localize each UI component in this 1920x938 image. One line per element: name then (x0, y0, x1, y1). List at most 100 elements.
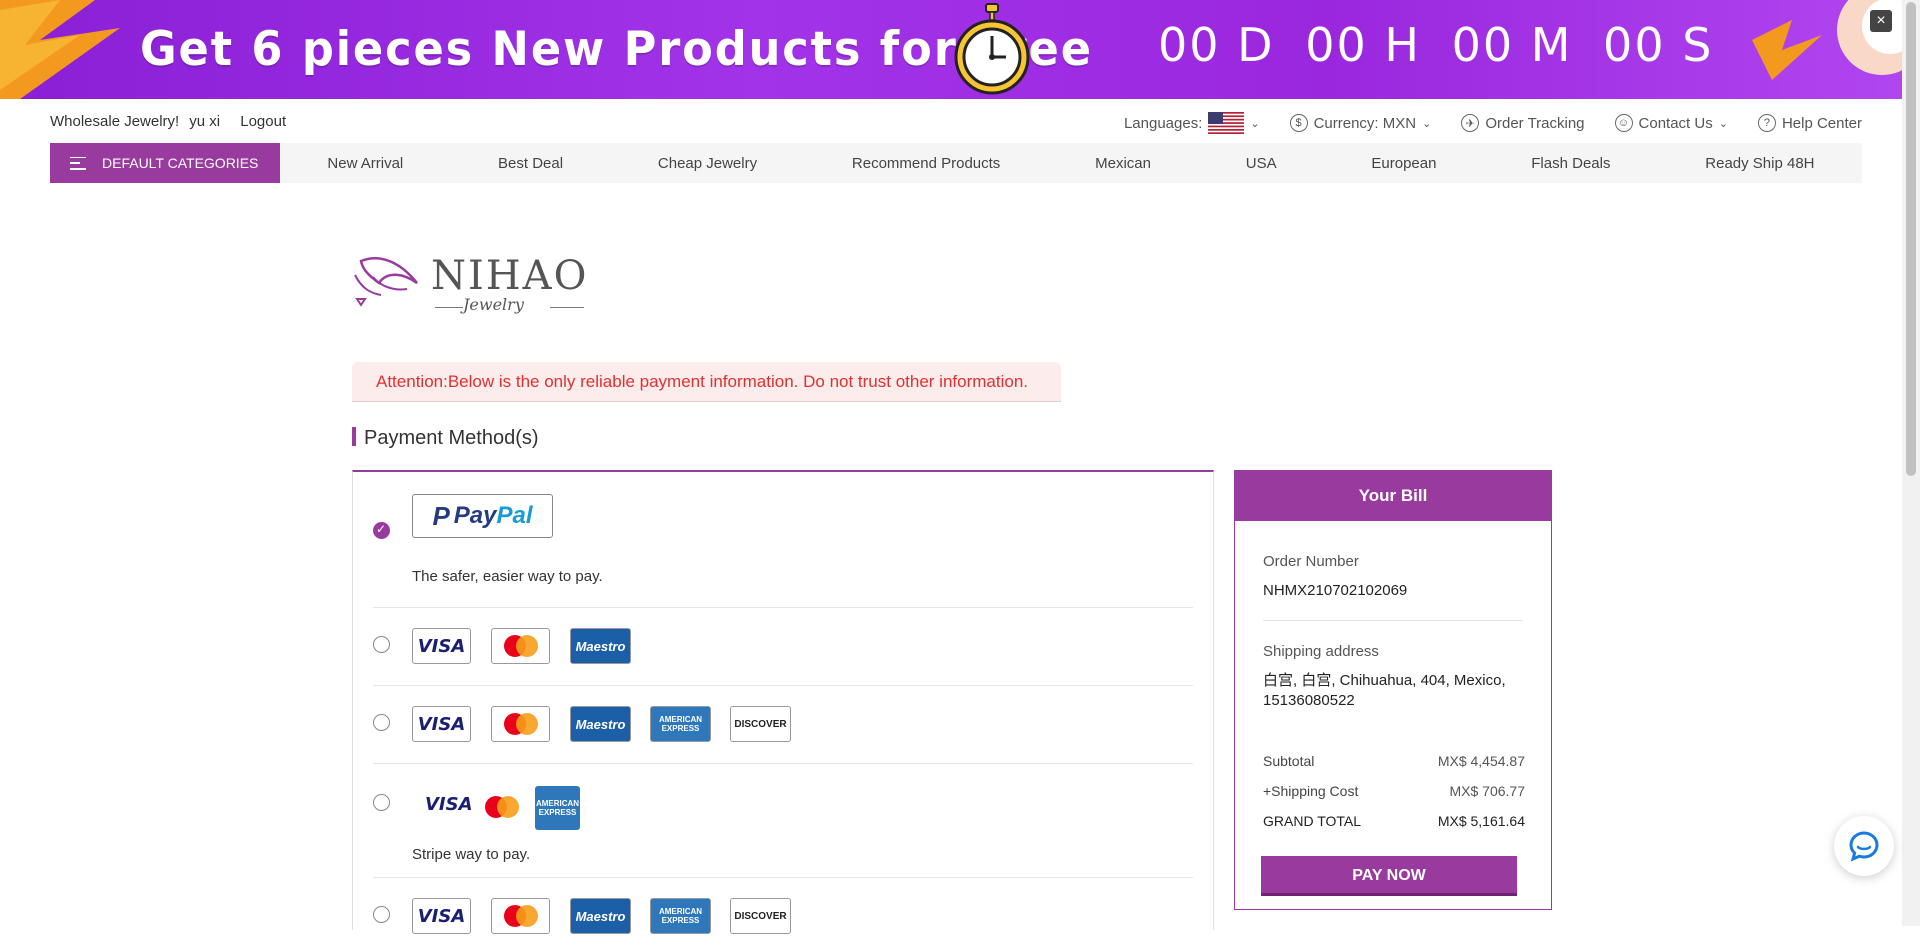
card-1-radio[interactable] (373, 636, 390, 653)
chat-widget-button[interactable] (1834, 816, 1894, 876)
maestro-icon: Maestro (570, 628, 631, 664)
nav-recommend-products[interactable]: Recommend Products (852, 155, 1000, 172)
grand-total-value: MX$ 5,161.64 (1437, 813, 1525, 829)
nav-usa[interactable]: USA (1246, 155, 1277, 172)
countdown-minutes: 00 M (1451, 18, 1573, 72)
butterfly-logo-icon (354, 256, 418, 307)
nav-ready-ship[interactable]: Ready Ship 48H (1705, 155, 1814, 172)
pay-now-button[interactable]: PAY NOW (1261, 856, 1517, 896)
amex-icon: AMERICAN EXPRESS (535, 786, 580, 830)
payment-methods-list: PPayPal The safer, easier way to pay. VI… (352, 470, 1214, 934)
help-center-link[interactable]: ? Help Center (1757, 114, 1862, 132)
discover-icon: DISCOVER (730, 898, 791, 934)
shipping-cost-value: MX$ 706.77 (1449, 783, 1526, 799)
default-categories-label: DEFAULT CATEGORIES (102, 155, 259, 171)
countdown-seconds: 00 S (1603, 18, 1714, 72)
stripe-radio[interactable] (373, 794, 390, 811)
shipping-cost-label: +Shipping Cost (1263, 783, 1359, 799)
order-tracking-label: Order Tracking (1485, 114, 1585, 132)
paypal-description: The safer, easier way to pay. (412, 568, 603, 585)
countdown-hours: 00 H (1305, 18, 1421, 72)
countdown-timer: 00 D 00 H 00 M 00 S (1158, 18, 1727, 72)
shipping-address-label: Shipping address (1263, 643, 1379, 660)
category-nav: DEFAULT CATEGORIES New Arrival Best Deal… (50, 143, 1862, 183)
greeting-text: Wholesale Jewelry! (50, 113, 180, 130)
chevron-down-icon: ⌄ (1718, 117, 1728, 130)
card-2-radio[interactable] (373, 714, 390, 731)
payment-option-card-2[interactable]: VISA Maestro AMERICAN EXPRESS DISCOVER (373, 686, 1193, 764)
countdown-days: 00 D (1158, 18, 1275, 72)
payment-option-paypal[interactable]: PPayPal The safer, easier way to pay. (373, 472, 1193, 608)
page-scrollbar[interactable] (1902, 0, 1920, 926)
nav-new-arrival[interactable]: New Arrival (327, 155, 403, 172)
visa-card-icon: VISA (412, 628, 471, 664)
currency-label: Currency: MXN (1313, 114, 1417, 132)
scrollbar-thumb[interactable] (1906, 2, 1916, 476)
contact-us-menu[interactable]: ☺ Contact Us ⌄ (1614, 114, 1728, 132)
promo-headline: Get 6 pieces New Products for Free (140, 22, 1093, 77)
help-center-label: Help Center (1781, 114, 1862, 132)
logo-sub-text: Jewelry (463, 295, 524, 314)
utility-bar: Wholesale Jewelry! yu xi Logout Languages… (50, 99, 1862, 143)
card-3-radio[interactable] (373, 906, 390, 923)
shipping-address-value: 白宫, 白宫, Chihuahua, 404, Mexico, 15136080… (1263, 672, 1506, 709)
amex-icon: AMERICAN EXPRESS (650, 898, 711, 934)
dollar-icon: $ (1289, 114, 1308, 132)
bill-title: Your Bill (1235, 471, 1551, 521)
stripe-description: Stripe way to pay. (412, 846, 531, 863)
site-logo[interactable]: NIHAO Jewelry (351, 253, 586, 319)
chevron-down-icon: ⌄ (1422, 117, 1432, 130)
logo-brand-text: NIHAO (431, 253, 589, 299)
nav-mexican[interactable]: Mexican (1095, 155, 1151, 172)
subtotal-label: Subtotal (1263, 753, 1315, 769)
grand-total-label: GRAND TOTAL (1263, 813, 1362, 829)
grand-total-row: GRAND TOTAL MX$ 5,161.64 (1263, 813, 1525, 829)
nav-cheap-jewelry[interactable]: Cheap Jewelry (658, 155, 757, 172)
paypal-logo: P PayPal (412, 494, 553, 538)
mastercard-icon (491, 628, 550, 664)
logo-divider (435, 307, 463, 308)
order-number-value: NHMX210702102069 (1263, 582, 1408, 599)
paypal-radio[interactable] (373, 522, 390, 539)
subtotal-value: MX$ 4,454.87 (1437, 753, 1525, 769)
mastercard-icon (485, 796, 519, 818)
maestro-icon: Maestro (570, 706, 631, 742)
logo-divider (550, 307, 584, 308)
payment-option-card-3[interactable]: VISA Maestro AMERICAN EXPRESS DISCOVER (373, 878, 1193, 938)
user-greeting: Wholesale Jewelry! yu xi Logout (50, 113, 296, 130)
logout-link[interactable]: Logout (240, 113, 286, 130)
order-tracking-link[interactable]: ✈ Order Tracking (1461, 114, 1585, 132)
help-icon: ? (1757, 114, 1776, 132)
mastercard-icon (491, 706, 550, 742)
stopwatch-icon (954, 3, 1030, 95)
payment-option-card-1[interactable]: VISA Maestro (373, 608, 1193, 686)
amex-icon: AMERICAN EXPRESS (650, 706, 711, 742)
subtotal-row: Subtotal MX$ 4,454.87 (1263, 753, 1525, 769)
menu-icon (70, 156, 86, 170)
attention-notice: Attention:Below is the only reliable pay… (352, 362, 1061, 402)
us-flag-icon (1208, 112, 1245, 134)
chevron-down-icon: ⌄ (1250, 117, 1260, 130)
nav-best-deal[interactable]: Best Deal (498, 155, 563, 172)
chat-bubble-icon (1849, 831, 1879, 862)
languages-label: Languages: (1123, 114, 1203, 132)
username[interactable]: yu xi (189, 113, 220, 130)
default-categories-button[interactable]: DEFAULT CATEGORIES (50, 143, 280, 183)
support-agent-icon: ☺ (1614, 114, 1633, 132)
discover-icon: DISCOVER (730, 706, 791, 742)
currency-selector[interactable]: $ Currency: MXN ⌄ (1289, 114, 1432, 132)
promo-banner[interactable]: Get 6 pieces New Products for Free 00 D … (0, 0, 1902, 99)
bill-panel: Your Bill Order Number NHMX210702102069 … (1234, 470, 1552, 910)
visa-card-icon: VISA (425, 794, 473, 815)
contact-us-label: Contact Us (1638, 114, 1713, 132)
close-banner-button[interactable]: × (1870, 10, 1892, 32)
visa-card-icon: VISA (412, 706, 471, 742)
payment-methods-title: Payment Method(s) (352, 427, 539, 450)
nav-flash-deals[interactable]: Flash Deals (1531, 155, 1610, 172)
maestro-icon: Maestro (570, 898, 631, 934)
divider (1263, 620, 1523, 621)
payment-option-stripe[interactable]: VISA AMERICAN EXPRESS Stripe way to pay. (373, 764, 1193, 878)
language-selector[interactable]: Languages: ⌄ (1124, 112, 1260, 134)
visa-card-icon: VISA (412, 898, 471, 934)
nav-european[interactable]: European (1371, 155, 1436, 172)
